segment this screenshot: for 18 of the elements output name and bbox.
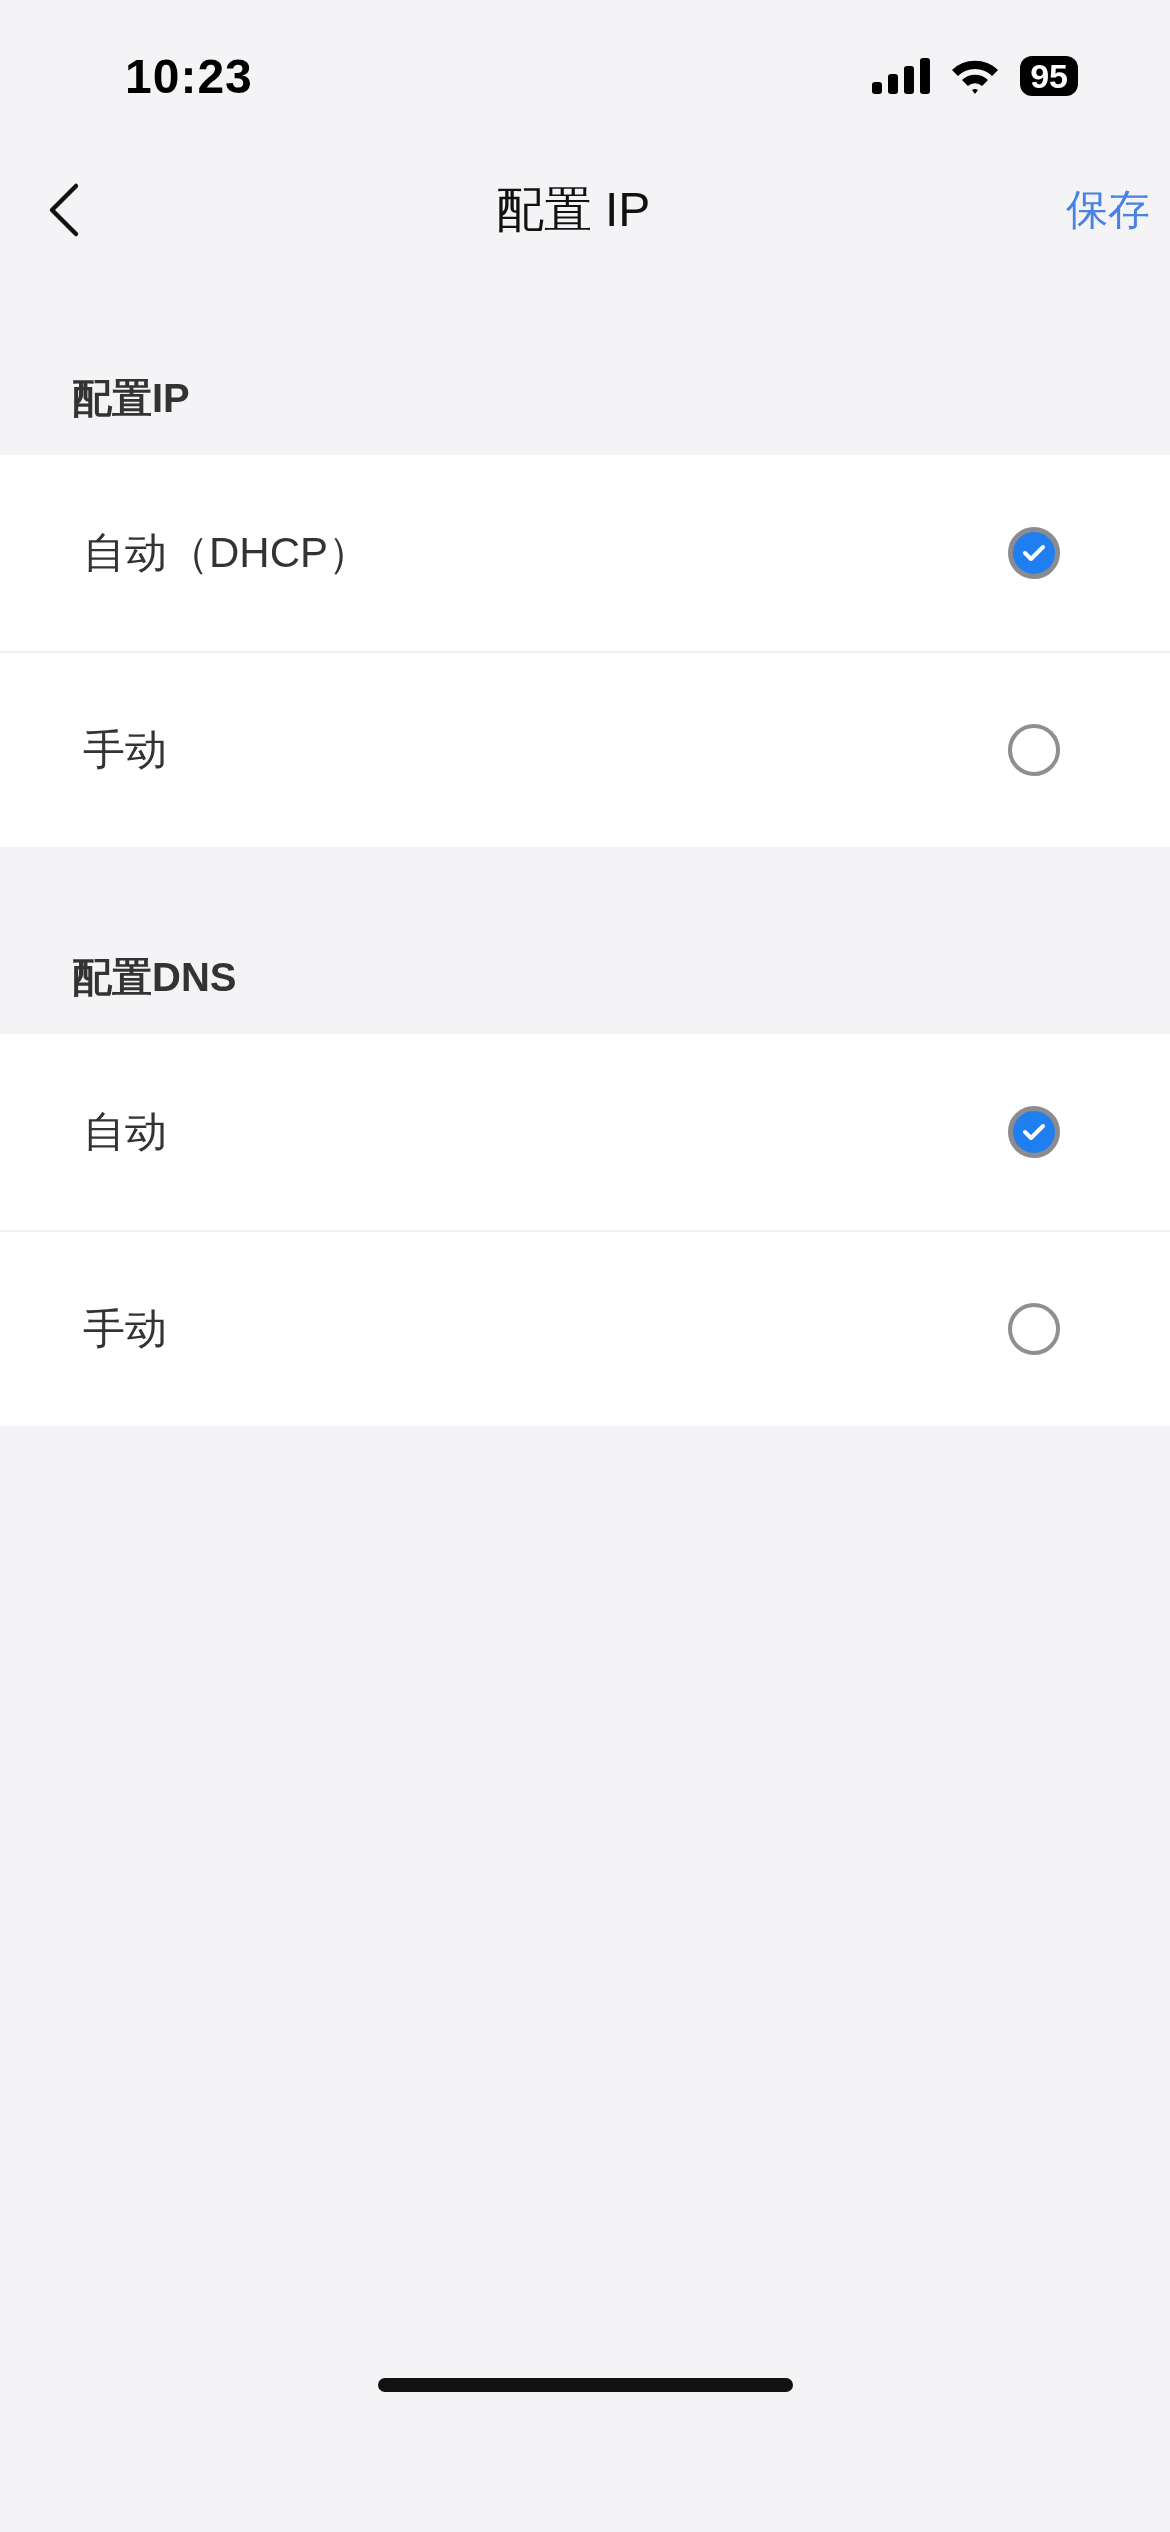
option-label: 自动 [83,1107,167,1157]
section-header: 配置DNS [72,955,237,999]
radio-button[interactable] [1008,527,1060,579]
section-header: 配置IP [72,376,190,420]
battery-level: 95 [1020,56,1078,96]
radio-button[interactable] [1008,1106,1060,1158]
page-title: 配置 IP [495,182,651,238]
status-time: 10:23 [125,48,253,104]
checkmark-icon [1022,543,1046,563]
option-label: 手动 [83,725,167,775]
radio-button[interactable] [1008,724,1060,776]
option-label: 手动 [83,1304,167,1354]
radio-button[interactable] [1008,1303,1060,1355]
signal-icon [872,58,931,94]
checkmark-icon [1022,1122,1046,1142]
option-label: 自动（DHCP） [83,528,370,578]
save-button[interactable]: 保存 [1066,182,1150,238]
wifi-icon [950,58,1001,94]
